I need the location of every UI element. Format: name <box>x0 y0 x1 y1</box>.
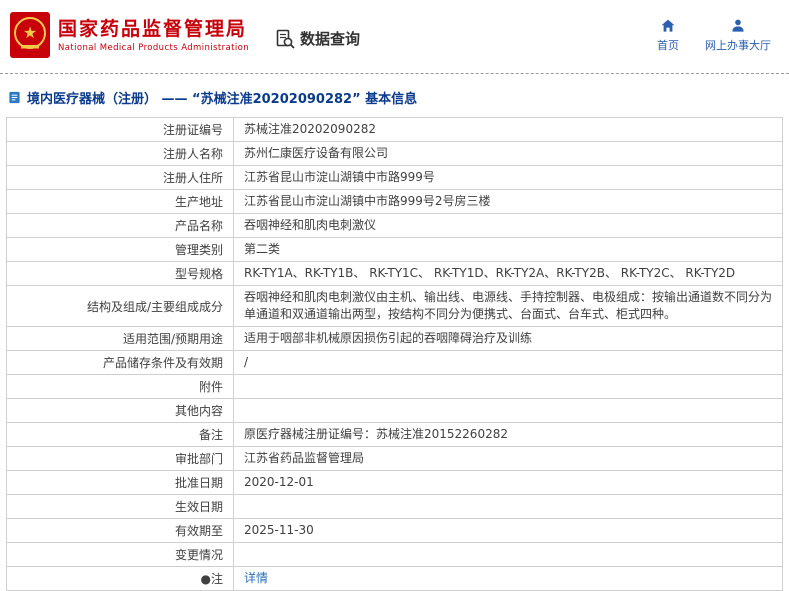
table-row: 注册人住所江苏省昆山市淀山湖镇中市路999号 <box>7 166 783 190</box>
field-label: 注册人名称 <box>7 142 234 166</box>
field-value: 2020-12-01 <box>234 471 783 495</box>
field-value: 江苏省药品监督管理局 <box>234 447 783 471</box>
table-row: 适用范围/预期用途适用于咽部非机械原因损伤引起的吞咽障碍治疗及训练 <box>7 327 783 351</box>
field-label: 产品名称 <box>7 214 234 238</box>
brand-text: 国家药品监督管理局 National Medical Products Admi… <box>58 16 249 54</box>
field-value: 2025-11-30 <box>234 519 783 543</box>
field-label: 结构及组成/主要组成成分 <box>7 286 234 327</box>
field-label: 有效期至 <box>7 519 234 543</box>
field-label: 生产地址 <box>7 190 234 214</box>
svg-text:★: ★ <box>23 23 37 42</box>
field-label: 备注 <box>7 423 234 447</box>
field-value: 吞咽神经和肌肉电刺激仪 <box>234 214 783 238</box>
document-icon <box>8 91 21 104</box>
field-value <box>234 543 783 567</box>
field-label: 变更情况 <box>7 543 234 567</box>
org-name: 国家药品监督管理局 <box>58 16 249 42</box>
table-row: ●注详情 <box>7 567 783 591</box>
field-value: 第二类 <box>234 238 783 262</box>
field-value: 详情 <box>234 567 783 591</box>
brand[interactable]: ★ 国家药品监督管理局 National Medical Products Ad… <box>10 12 249 58</box>
table-row: 注册证编号苏械注准20202090282 <box>7 118 783 142</box>
nav-home-label: 首页 <box>657 37 679 53</box>
field-label: 审批部门 <box>7 447 234 471</box>
field-label: 注册人住所 <box>7 166 234 190</box>
section-title-label: 数据查询 <box>300 28 360 49</box>
nav-online-hall-label: 网上办事大厅 <box>705 37 771 53</box>
field-label: 注册证编号 <box>7 118 234 142</box>
table-row: 备注原医疗器械注册证编号：苏械注准20152260282 <box>7 423 783 447</box>
field-value: RK-TY1A、RK-TY1B、 RK-TY1C、 RK-TY1D、RK-TY2… <box>234 262 783 286</box>
info-table-body: 注册证编号苏械注准20202090282注册人名称苏州仁康医疗设备有限公司注册人… <box>7 118 783 591</box>
field-value: 原医疗器械注册证编号：苏械注准20152260282 <box>234 423 783 447</box>
field-value: 苏械注准20202090282 <box>234 118 783 142</box>
field-value <box>234 375 783 399</box>
table-row: 其他内容 <box>7 399 783 423</box>
nav-home[interactable]: 首页 <box>657 18 679 53</box>
field-label: 批准日期 <box>7 471 234 495</box>
table-row: 型号规格RK-TY1A、RK-TY1B、 RK-TY1C、 RK-TY1D、RK… <box>7 262 783 286</box>
section-data-query[interactable]: 数据查询 <box>275 28 360 49</box>
page-title-bar: 境内医疗器械（注册） —— “苏械注准20202090282” 基本信息 <box>0 74 789 117</box>
field-value: 适用于咽部非机械原因损伤引起的吞咽障碍治疗及训练 <box>234 327 783 351</box>
field-label: 其他内容 <box>7 399 234 423</box>
field-label: ●注 <box>7 567 234 591</box>
home-icon <box>660 18 676 34</box>
field-label: 附件 <box>7 375 234 399</box>
data-query-icon <box>275 29 295 49</box>
page-title: 境内医疗器械（注册） —— “苏械注准20202090282” 基本信息 <box>27 88 417 107</box>
detail-link[interactable]: 详情 <box>244 571 268 585</box>
national-emblem-logo: ★ <box>10 12 50 58</box>
info-table: 注册证编号苏械注准20202090282注册人名称苏州仁康医疗设备有限公司注册人… <box>6 117 783 591</box>
org-name-en: National Medical Products Administration <box>58 42 249 54</box>
table-row: 产品名称吞咽神经和肌肉电刺激仪 <box>7 214 783 238</box>
person-icon <box>730 18 746 34</box>
table-row: 结构及组成/主要组成成分吞咽神经和肌肉电刺激仪由主机、输出线、电源线、手持控制器… <box>7 286 783 327</box>
field-label: 管理类别 <box>7 238 234 262</box>
table-row: 附件 <box>7 375 783 399</box>
site-header: ★ 国家药品监督管理局 National Medical Products Ad… <box>0 0 789 74</box>
nav-online-hall[interactable]: 网上办事大厅 <box>705 18 771 53</box>
field-value: 苏州仁康医疗设备有限公司 <box>234 142 783 166</box>
field-value: 江苏省昆山市淀山湖镇中市路999号2号房三楼 <box>234 190 783 214</box>
table-row: 批准日期2020-12-01 <box>7 471 783 495</box>
field-label: 适用范围/预期用途 <box>7 327 234 351</box>
field-label: 产品储存条件及有效期 <box>7 351 234 375</box>
field-value: 吞咽神经和肌肉电刺激仪由主机、输出线、电源线、手持控制器、电极组成：按输出通道数… <box>234 286 783 327</box>
field-label: 型号规格 <box>7 262 234 286</box>
table-row: 审批部门江苏省药品监督管理局 <box>7 447 783 471</box>
field-value: / <box>234 351 783 375</box>
table-row: 生效日期 <box>7 495 783 519</box>
field-value <box>234 495 783 519</box>
field-label: 生效日期 <box>7 495 234 519</box>
table-row: 产品储存条件及有效期/ <box>7 351 783 375</box>
field-value: 江苏省昆山市淀山湖镇中市路999号 <box>234 166 783 190</box>
table-row: 管理类别第二类 <box>7 238 783 262</box>
table-row: 变更情况 <box>7 543 783 567</box>
table-row: 有效期至2025-11-30 <box>7 519 783 543</box>
header-nav: 首页 网上办事大厅 <box>657 18 771 53</box>
table-row: 生产地址江苏省昆山市淀山湖镇中市路999号2号房三楼 <box>7 190 783 214</box>
table-row: 注册人名称苏州仁康医疗设备有限公司 <box>7 142 783 166</box>
field-value <box>234 399 783 423</box>
